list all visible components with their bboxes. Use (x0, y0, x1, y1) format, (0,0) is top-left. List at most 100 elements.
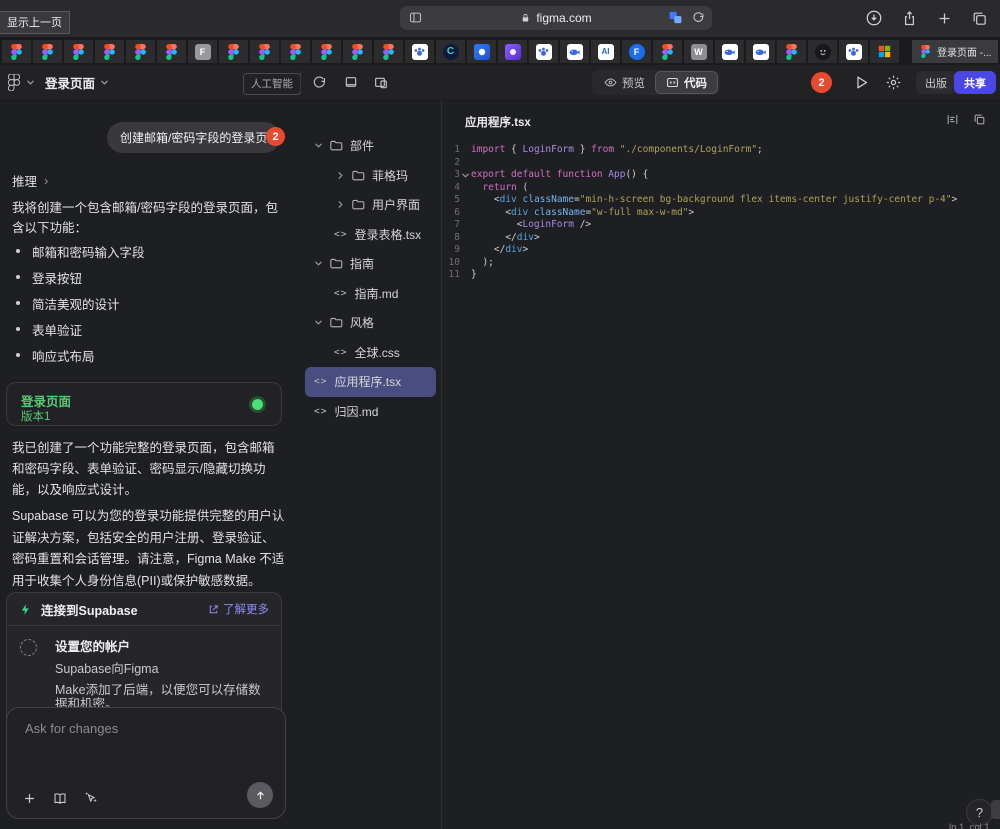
supabase-note: Supabase 可以为您的登录功能提供完整的用户认证解决方案，包括安全的用户注… (12, 506, 286, 592)
tree-item-指南.md[interactable]: <>指南.md (305, 279, 436, 309)
new-tab-icon[interactable] (936, 10, 953, 27)
code-line: 1import { LoginForm } from "./components… (442, 144, 957, 157)
tree-item-label: 归因.md (334, 403, 378, 420)
share-icon[interactable] (901, 10, 918, 27)
paw-favicon (846, 44, 862, 60)
tree-item-label: 指南 (350, 255, 374, 272)
device-preview-icon[interactable] (343, 65, 359, 100)
figma-favicon (660, 44, 676, 60)
pinned-tab[interactable] (467, 40, 496, 63)
pinned-tab[interactable] (157, 40, 186, 63)
code-lines[interactable]: 1import { LoginForm } from "./components… (442, 144, 957, 282)
code-line: 7 <LoginForm /> (442, 219, 957, 232)
refresh-icon[interactable] (312, 65, 327, 100)
chevron-right-icon[interactable] (336, 171, 345, 180)
pinned-tab[interactable] (777, 40, 806, 63)
tree-item-菲格玛[interactable]: 菲格玛 (305, 161, 436, 191)
pinned-tab[interactable] (839, 40, 868, 63)
copy-icon[interactable] (973, 113, 986, 126)
chevron-down-icon[interactable] (314, 259, 323, 268)
pinned-tab[interactable] (219, 40, 248, 63)
tab-overview-icon[interactable] (971, 10, 988, 27)
bullet-icon (16, 275, 20, 279)
pinned-tab[interactable]: F (622, 40, 651, 63)
translate-icon[interactable] (668, 10, 683, 25)
active-tab[interactable]: 登录页面 -... (912, 40, 998, 63)
pinned-tab[interactable] (64, 40, 93, 63)
code-line: 9 </div> (442, 244, 957, 257)
reasoning-toggle[interactable]: 推理› (12, 171, 48, 190)
version-card[interactable]: 登录页面 版本1 (6, 382, 282, 426)
learn-more-link[interactable]: 了解更多 (208, 601, 269, 617)
pinned-tab[interactable] (715, 40, 744, 63)
pinned-tab[interactable] (2, 40, 31, 63)
tree-item-指南[interactable]: 指南 (305, 249, 436, 279)
pinned-tab[interactable] (529, 40, 558, 63)
pinned-tab[interactable] (808, 40, 837, 63)
paw-favicon (412, 44, 428, 60)
back-tooltip: 显示上一页 (0, 11, 70, 34)
format-icon[interactable] (946, 113, 959, 126)
file-title[interactable]: 登录页面 (45, 65, 95, 100)
guidelines-book-icon[interactable] (52, 791, 68, 806)
tree-item-label: 全球.css (354, 344, 399, 361)
magic-cursor-icon[interactable] (83, 790, 99, 806)
chevron-down-icon[interactable] (314, 141, 323, 150)
address-bar[interactable]: figma.com (400, 6, 712, 30)
pinned-tab[interactable] (281, 40, 310, 63)
pinned-tab[interactable] (95, 40, 124, 63)
send-button[interactable] (247, 782, 273, 808)
preview-tab[interactable]: 预览 (594, 72, 655, 93)
sidebar-icon[interactable] (408, 10, 423, 25)
layout-panels-icon[interactable] (373, 65, 389, 100)
pinned-tab[interactable] (746, 40, 775, 63)
publish-button[interactable]: 出版 (916, 71, 956, 94)
share-button[interactable]: 共享 (954, 71, 996, 94)
pinned-tab[interactable] (343, 40, 372, 63)
pinned-tab[interactable] (126, 40, 155, 63)
chat-input[interactable]: Ask for changes (6, 707, 286, 819)
pinned-tab[interactable]: F (188, 40, 217, 63)
tree-item-归因.md[interactable]: <>归因.md (305, 397, 436, 427)
chevron-down-icon[interactable] (100, 65, 109, 100)
pinned-tab[interactable] (374, 40, 403, 63)
whale-favicon (722, 44, 738, 60)
pinned-tab[interactable] (653, 40, 682, 63)
toolbar-divider (300, 71, 301, 94)
pinned-tab[interactable] (33, 40, 62, 63)
pinned-tab[interactable] (405, 40, 434, 63)
code-line: 8 </div> (442, 232, 957, 245)
tree-item-部件[interactable]: 部件 (305, 131, 436, 161)
gear-icon[interactable] (885, 65, 902, 100)
message-badge: 2 (266, 127, 285, 146)
notification-badge[interactable]: 2 (811, 72, 832, 93)
reload-icon[interactable] (692, 11, 705, 24)
user-message: 创建邮箱/密码字段的登录页 (107, 122, 280, 153)
pinned-tab[interactable]: AI (591, 40, 620, 63)
fold-arrow-icon[interactable] (460, 169, 471, 182)
figma-logo-icon[interactable] (8, 65, 20, 100)
attach-icon[interactable] (22, 791, 37, 806)
cursor-position: ln 1, col 1 (949, 822, 990, 829)
tree-item-登录表格.tsx[interactable]: <>登录表格.tsx (305, 220, 436, 250)
tree-item-全球.css[interactable]: <>全球.css (305, 338, 436, 368)
tree-item-应用程序.tsx[interactable]: <>应用程序.tsx (305, 367, 436, 397)
chevron-down-icon[interactable] (314, 318, 323, 327)
pinned-tab[interactable] (560, 40, 589, 63)
tree-item-风格[interactable]: 风格 (305, 308, 436, 338)
play-icon[interactable] (853, 65, 870, 100)
pinned-tab[interactable] (250, 40, 279, 63)
feature-item: 登录按钮 (14, 264, 145, 290)
chevron-down-icon[interactable] (26, 65, 35, 100)
pinned-tab[interactable] (312, 40, 341, 63)
tree-item-用户界面[interactable]: 用户界面 (305, 190, 436, 220)
figma-favicon (71, 44, 87, 60)
downloads-icon[interactable] (865, 9, 883, 27)
chevron-right-icon[interactable] (336, 200, 345, 209)
figma-favicon (164, 44, 180, 60)
pinned-tab[interactable]: C (436, 40, 465, 63)
code-tab[interactable]: 代码 (655, 71, 718, 94)
pinned-tab[interactable] (870, 40, 899, 63)
pinned-tab[interactable]: W (684, 40, 713, 63)
pinned-tab[interactable] (498, 40, 527, 63)
